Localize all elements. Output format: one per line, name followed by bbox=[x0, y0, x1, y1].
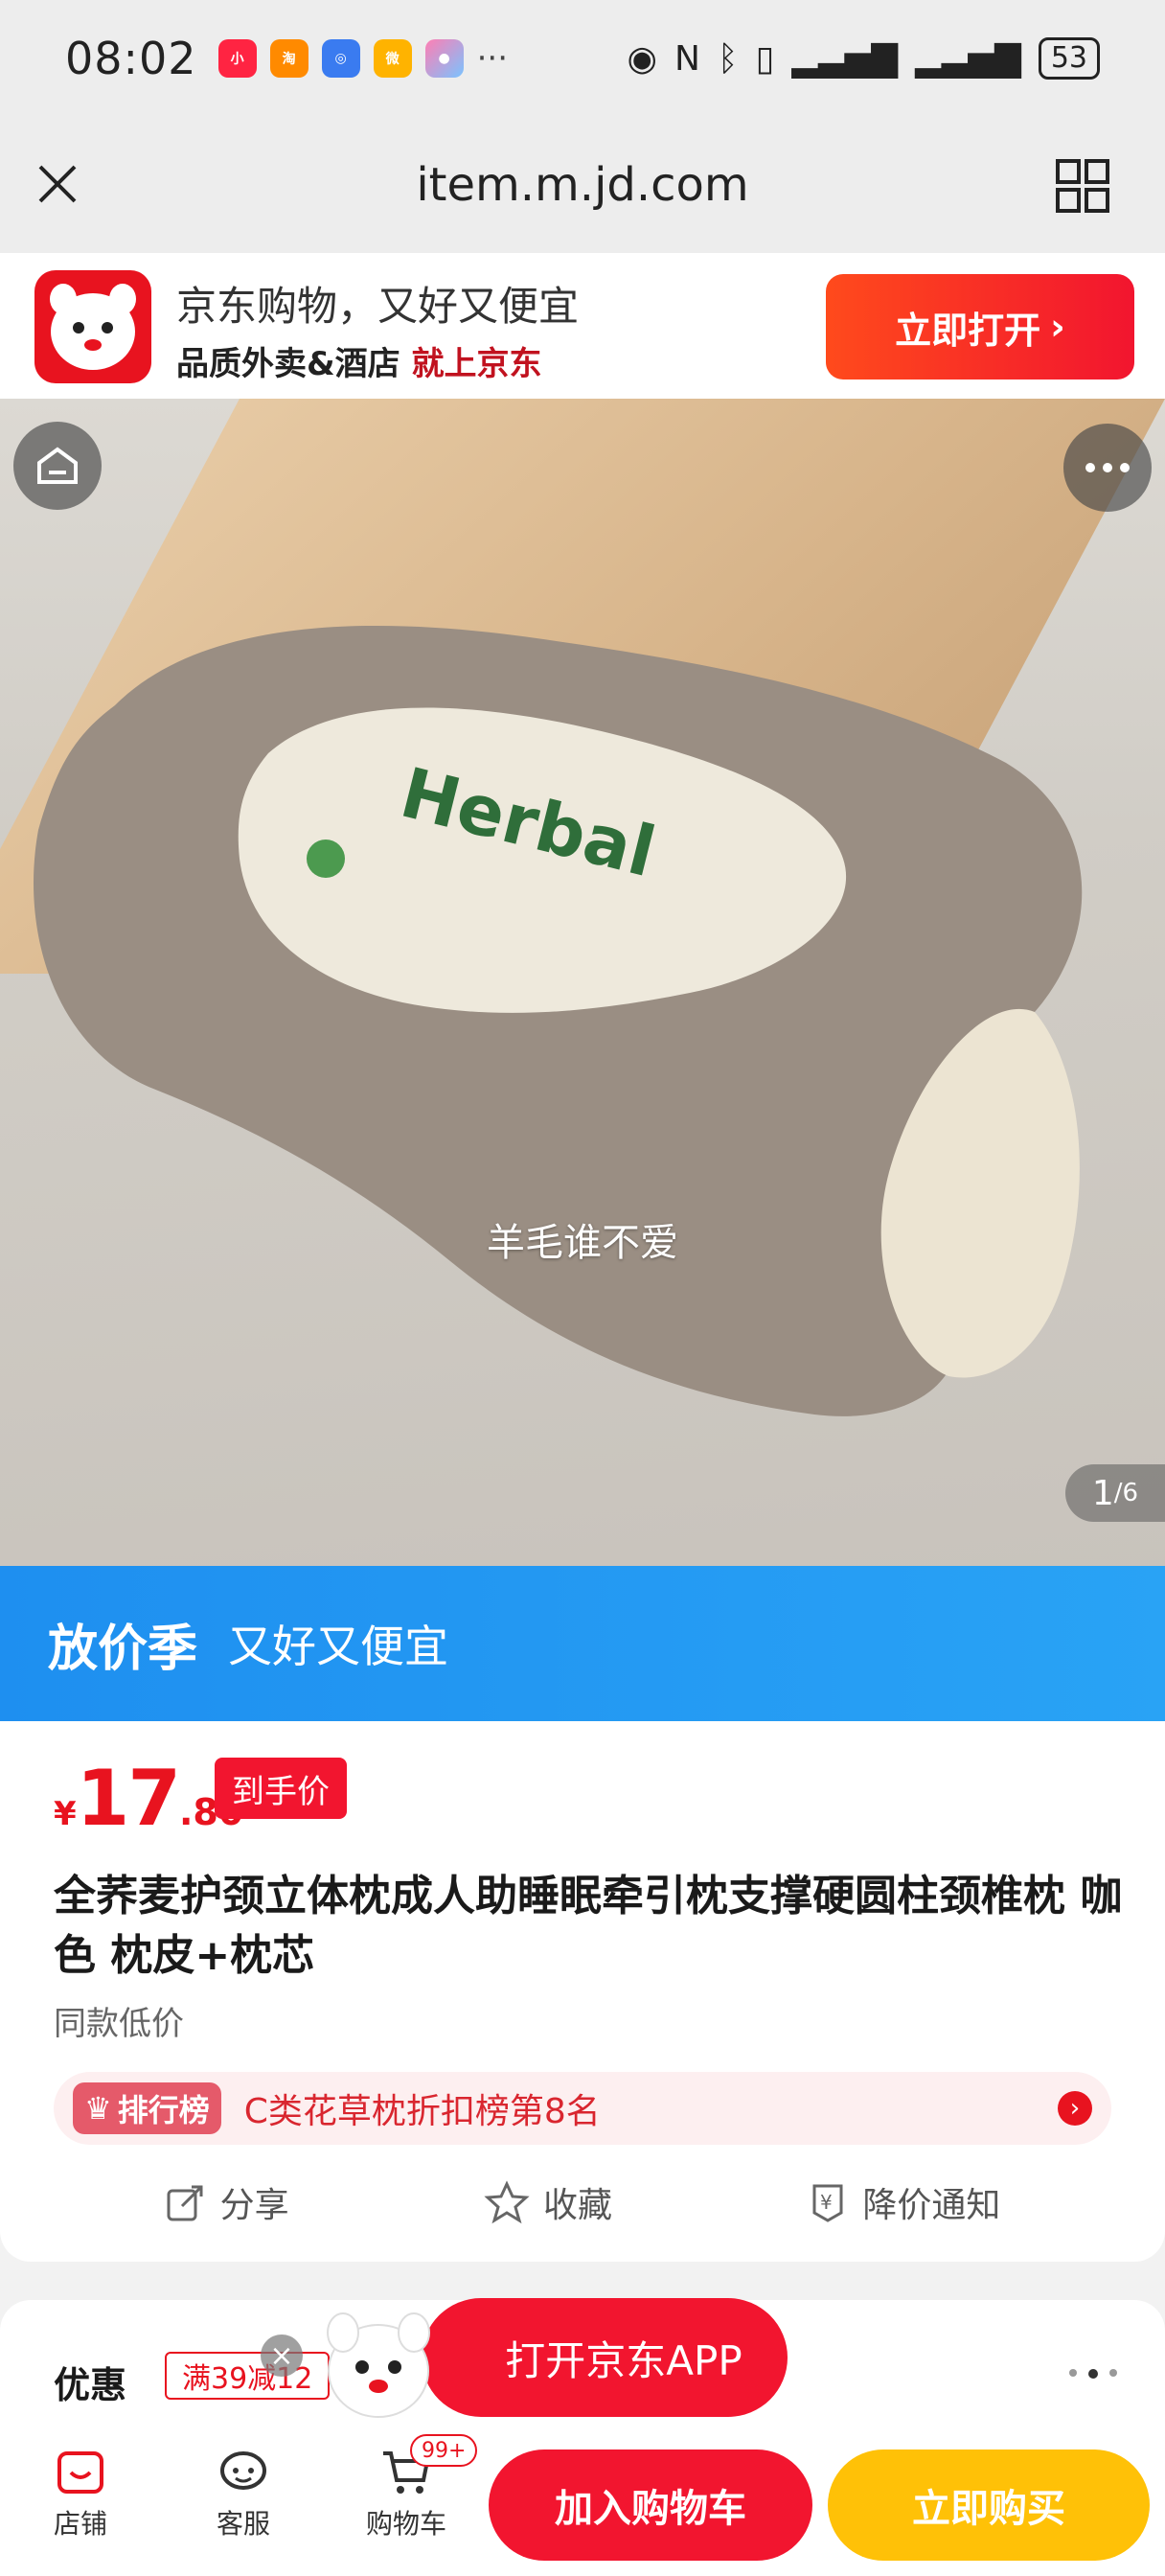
banner-title: 京东购物，又好又便宜 bbox=[176, 283, 580, 330]
open-jd-app-floating-button[interactable]: 打开京东APP bbox=[422, 2298, 788, 2417]
price-alert-label: 降价通知 bbox=[862, 2186, 1001, 2225]
url-text[interactable]: item.m.jd.com bbox=[416, 158, 748, 212]
pager-current: 1 bbox=[1091, 1473, 1114, 1513]
price-alert-button[interactable]: ¥ 降价通知 bbox=[807, 2177, 1000, 2227]
photos-icon: ● bbox=[424, 39, 464, 78]
discount-label: 优惠 bbox=[54, 2364, 127, 2406]
home-icon[interactable] bbox=[13, 422, 102, 510]
service-label: 客服 bbox=[216, 2508, 270, 2540]
share-button[interactable]: 分享 bbox=[165, 2177, 289, 2227]
xiaohongshu-icon: 小 bbox=[217, 39, 257, 78]
status-app-icons: 小 淘 ◎ 微 ● ··· bbox=[217, 39, 509, 78]
add-to-cart-button[interactable]: 加入购物车 bbox=[489, 2450, 812, 2561]
trophy-icon: ♛ bbox=[84, 2090, 112, 2127]
ranking-bar[interactable]: ♛ 排行榜 C类花草枕折扣榜第8名 › bbox=[54, 2072, 1111, 2145]
price-integer: 17 bbox=[76, 1754, 181, 1843]
shop-button[interactable]: 店铺 bbox=[23, 2444, 138, 2542]
product-image-carousel[interactable]: Herbal 羊毛谁不爱 1/6 bbox=[0, 399, 1165, 1566]
chevron-right-icon: › bbox=[1050, 306, 1065, 348]
grid-menu-icon[interactable] bbox=[1054, 157, 1111, 215]
signal-icon: ▂▃▅▇ bbox=[791, 38, 899, 79]
buy-now-button[interactable]: 立即购买 bbox=[828, 2450, 1150, 2561]
promo-banner[interactable]: 放价季 又好又便宜 bbox=[0, 1566, 1165, 1721]
cart-label: 购物车 bbox=[365, 2508, 446, 2540]
banner-subtitle: 品质外卖&酒店 就上京东 bbox=[176, 337, 542, 384]
status-more: ··· bbox=[476, 39, 509, 78]
svg-text:¥: ¥ bbox=[820, 2191, 833, 2214]
status-indicators: ◉ N ᛒ ▯ ▂▃▅▇ ▂▃▅▇ 53 bbox=[628, 37, 1100, 80]
chevron-right-icon: › bbox=[1058, 2091, 1092, 2126]
share-icon bbox=[167, 2185, 203, 2221]
final-price-tag: 到手价 bbox=[215, 1758, 347, 1819]
promo-title: 放价季 bbox=[48, 1620, 198, 1678]
image-pager: 1/6 bbox=[1065, 1464, 1165, 1522]
chat-icon bbox=[220, 2451, 266, 2490]
share-label: 分享 bbox=[219, 2186, 289, 2225]
battery-indicator: 53 bbox=[1038, 37, 1100, 80]
low-price-note[interactable]: 同款低价 bbox=[54, 1997, 184, 2044]
open-app-label: 立即打开 bbox=[895, 309, 1041, 352]
status-bar: 08:02 小 淘 ◎ 微 ● ··· ◉ N ᛒ ▯ ▂▃▅▇ ▂▃▅▇ 53 bbox=[0, 0, 1165, 117]
browser-icon: ◎ bbox=[321, 39, 360, 78]
banner-subtitle-highlight: 就上京东 bbox=[411, 345, 542, 383]
promo-subtitle: 又好又便宜 bbox=[228, 1621, 449, 1672]
product-info-card: ¥ 17 .80 到手价 全荞麦护颈立体枕成人助睡眠牵引枕支撑硬圆柱颈椎枕 咖色… bbox=[0, 1721, 1165, 2262]
ranking-badge: ♛ 排行榜 bbox=[73, 2082, 221, 2134]
signal-icon-2: ▂▃▅▇ bbox=[915, 38, 1021, 79]
more-options-icon[interactable] bbox=[1063, 424, 1152, 512]
hero-caption: 羊毛谁不爱 bbox=[487, 1221, 678, 1265]
price-currency: ¥ bbox=[54, 1795, 77, 1833]
vibrate-icon: ▯ bbox=[755, 38, 775, 79]
bluetooth-icon: ᛒ bbox=[717, 38, 739, 79]
customer-service-button[interactable]: 客服 bbox=[186, 2444, 301, 2542]
ranking-badge-label: 排行榜 bbox=[117, 2092, 210, 2128]
banner-subtitle-prefix: 品质外卖&酒店 bbox=[176, 345, 400, 383]
status-time: 08:02 bbox=[65, 33, 197, 84]
shop-icon bbox=[57, 2451, 103, 2494]
app-download-banner[interactable]: 京东购物，又好又便宜 品质外卖&酒店 就上京东 立即打开 › bbox=[0, 253, 1165, 399]
favorite-label: 收藏 bbox=[542, 2186, 612, 2225]
open-jd-app-label: 打开京东APP bbox=[505, 2336, 742, 2384]
weibo-icon: 微 bbox=[373, 39, 412, 78]
ranking-text: C类花草枕折扣榜第8名 bbox=[243, 2092, 601, 2131]
browser-url-bar: item.m.jd.com bbox=[0, 117, 1165, 253]
open-app-button[interactable]: 立即打开 › bbox=[826, 274, 1134, 380]
pillow-product-image: Herbal bbox=[34, 625, 1083, 1416]
coupon-tag[interactable]: 满39减12 bbox=[165, 2352, 331, 2400]
jd-mascot-icon bbox=[327, 2312, 430, 2418]
shop-label: 店铺 bbox=[53, 2508, 107, 2540]
close-floating-icon[interactable]: × bbox=[261, 2334, 303, 2377]
product-actions: 分享 收藏 ¥ 降价通知 bbox=[0, 2172, 1165, 2233]
close-icon[interactable] bbox=[29, 155, 86, 213]
taobao-icon: 淘 bbox=[269, 39, 308, 78]
discount-pager-dots bbox=[1069, 2369, 1117, 2379]
product-title: 全荞麦护颈立体枕成人助睡眠牵引枕支撑硬圆柱颈椎枕 咖色 枕皮+枕芯 bbox=[54, 1872, 1123, 1980]
pager-total: /6 bbox=[1113, 1479, 1139, 1507]
price-alert-icon: ¥ bbox=[812, 2184, 843, 2222]
eye-icon: ◉ bbox=[627, 38, 657, 79]
star-icon bbox=[484, 2180, 530, 2224]
nfc-icon: N bbox=[674, 38, 700, 79]
cart-count-badge: 99+ bbox=[410, 2434, 478, 2467]
jd-logo bbox=[34, 270, 151, 383]
favorite-button[interactable]: 收藏 bbox=[484, 2177, 612, 2227]
